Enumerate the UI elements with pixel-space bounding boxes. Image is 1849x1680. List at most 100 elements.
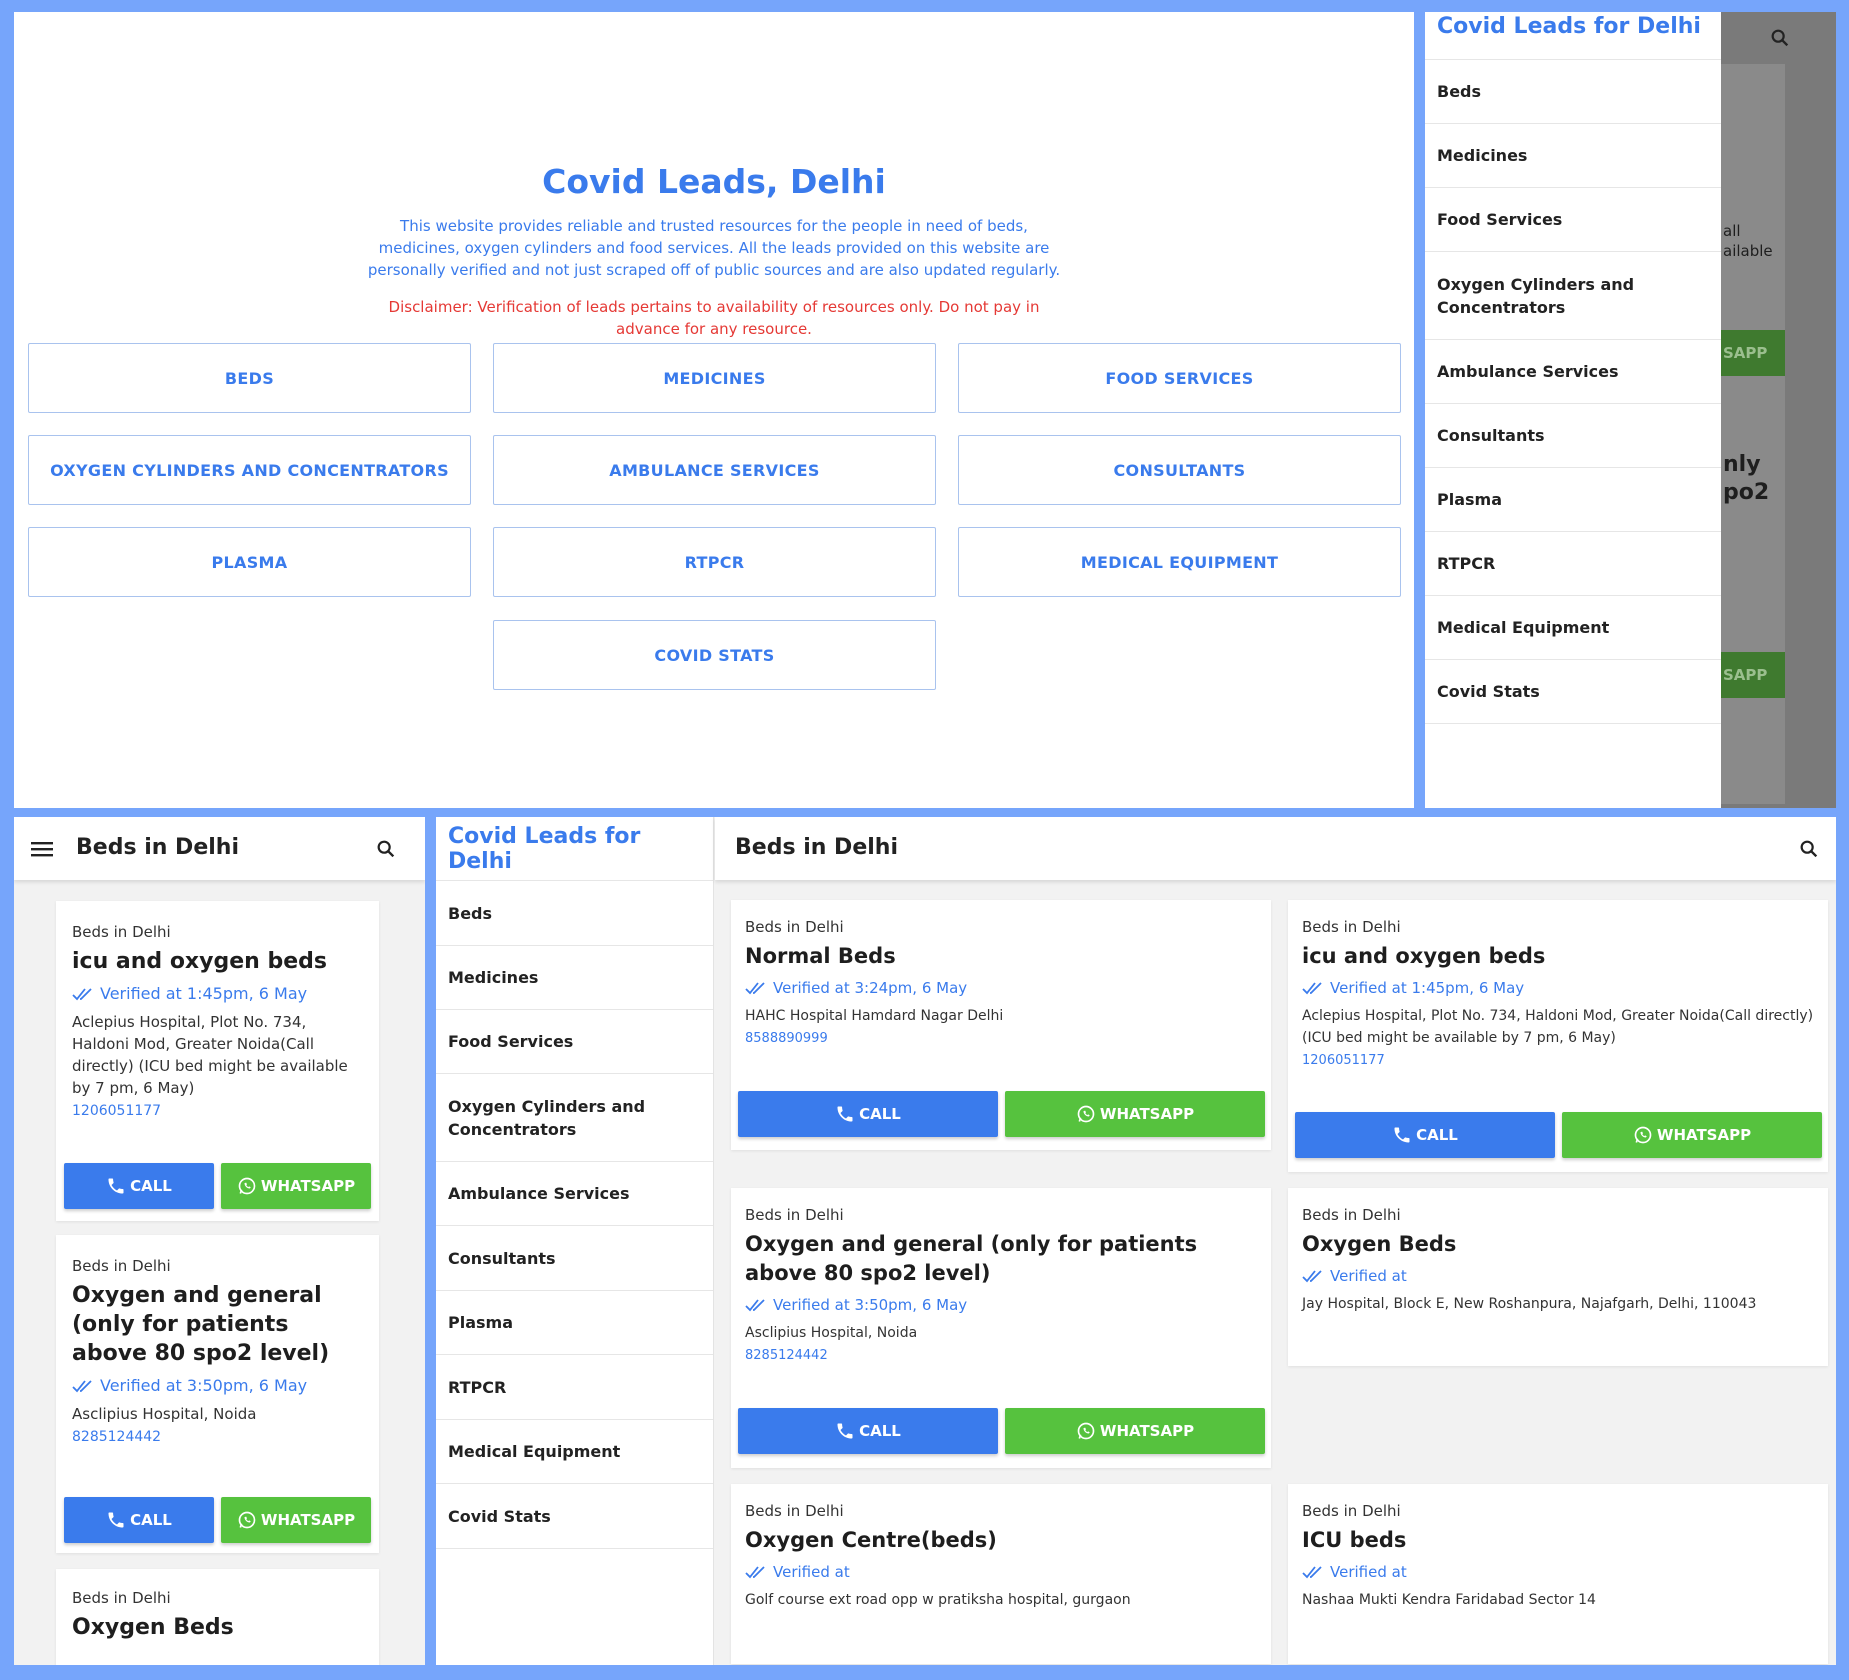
category-medicines-button[interactable]: MEDICINES xyxy=(493,343,936,413)
drawer-item-food-services[interactable]: Food Services xyxy=(1425,188,1721,252)
card-category: Beds in Delhi xyxy=(72,1257,171,1275)
drawer-item-medicines[interactable]: Medicines xyxy=(1425,124,1721,188)
card-address: HAHC Hospital Hamdard Nagar Delhi xyxy=(745,1008,1004,1024)
drawer-title[interactable]: Covid Leads for Delhi xyxy=(1425,12,1721,60)
category-rtpcr-button[interactable]: RTPCR xyxy=(493,527,936,597)
whatsapp-icon xyxy=(1077,1105,1095,1123)
card-phone[interactable]: 1206051177 xyxy=(72,1103,363,1119)
whatsapp-button[interactable]: WHATSAPP xyxy=(221,1497,371,1543)
category-covid-stats-button[interactable]: COVID STATS xyxy=(493,620,936,690)
verified-text: Verified at xyxy=(1330,1267,1407,1285)
card-phone[interactable]: 8285124442 xyxy=(72,1429,363,1445)
card-phone[interactable]: 8588890999 xyxy=(745,1031,1257,1046)
whatsapp-icon xyxy=(238,1177,256,1195)
home-title: Covid Leads, Delhi xyxy=(542,162,886,201)
sidebar-item-covid-stats[interactable]: Covid Stats xyxy=(436,1484,713,1549)
card-actions: CALL WHATSAPP xyxy=(64,1163,371,1209)
card-address: Golf course ext road opp w pratiksha hos… xyxy=(745,1592,1131,1608)
drawer-item-covid-stats[interactable]: Covid Stats xyxy=(1425,660,1721,724)
drawer-item-ambulance[interactable]: Ambulance Services xyxy=(1425,340,1721,404)
card-category: Beds in Delhi xyxy=(745,1502,844,1520)
lead-card: Beds in Delhi Normal Beds Verified at 3:… xyxy=(731,900,1271,1150)
card-verified: Verified at xyxy=(1302,1563,1814,1581)
drawer-panel: all ailable SAPP nly po2 SAPP Covid Lead… xyxy=(1425,12,1836,808)
sidebar-item-medicines[interactable]: Medicines xyxy=(436,946,713,1010)
drawer-item-consultants[interactable]: Consultants xyxy=(1425,404,1721,468)
drawer-item-plasma[interactable]: Plasma xyxy=(1425,468,1721,532)
sidebar-item-oxygen[interactable]: Oxygen Cylinders and Concentrators xyxy=(436,1074,713,1162)
desktop-beds-panel: Covid Leads for Delhi Beds Medicines Foo… xyxy=(436,817,1836,1665)
card-category: Beds in Delhi xyxy=(72,923,171,941)
category-food-services-button[interactable]: FOOD SERVICES xyxy=(958,343,1401,413)
category-medical-equipment-button[interactable]: MEDICAL EQUIPMENT xyxy=(958,527,1401,597)
call-button[interactable]: CALL xyxy=(64,1163,214,1209)
dimmed-text: nly xyxy=(1723,452,1761,477)
drawer-item-beds[interactable]: Beds xyxy=(1425,60,1721,124)
category-oxygen-button[interactable]: OXYGEN CYLINDERS AND CONCENTRATORS xyxy=(28,435,471,505)
navigation-drawer: Covid Leads for Delhi Beds Medicines Foo… xyxy=(1425,12,1721,808)
lead-card: Beds in Delhi Oxygen Beds xyxy=(56,1569,379,1665)
verified-text: Verified at 3:24pm, 6 May xyxy=(773,979,968,997)
lead-card: Beds in Delhi icu and oxygen beds Verifi… xyxy=(1288,900,1828,1172)
card-phone[interactable]: 1206051177 xyxy=(1302,1053,1814,1068)
page-title: Beds in Delhi xyxy=(76,835,239,860)
search-icon[interactable] xyxy=(1760,20,1800,56)
whatsapp-icon xyxy=(1634,1126,1652,1144)
search-icon[interactable] xyxy=(1789,829,1829,869)
sidebar-item-plasma[interactable]: Plasma xyxy=(436,1291,713,1355)
whatsapp-button[interactable]: WHATSAPP xyxy=(1005,1408,1265,1454)
whatsapp-button[interactable]: WHATSAPP xyxy=(1005,1091,1265,1137)
card-title: Oxygen and general (only for patients ab… xyxy=(745,1232,1198,1285)
double-check-icon xyxy=(72,987,92,1000)
sidebar-item-ambulance[interactable]: Ambulance Services xyxy=(436,1162,713,1226)
card-actions: CALL WHATSAPP xyxy=(738,1408,1265,1454)
drawer-item-rtpcr[interactable]: RTPCR xyxy=(1425,532,1721,596)
card-verified: Verified at 3:50pm, 6 May xyxy=(745,1296,1257,1314)
card-address: Asclipius Hospital, Noida xyxy=(745,1325,918,1341)
search-icon[interactable] xyxy=(366,829,406,869)
call-button[interactable]: CALL xyxy=(738,1091,998,1137)
dimmed-text: ailable xyxy=(1723,242,1773,260)
sidebar-item-beds[interactable]: Beds xyxy=(436,881,713,946)
card-verified: Verified at xyxy=(1302,1267,1814,1285)
whatsapp-button[interactable]: WHATSAPP xyxy=(1562,1112,1822,1158)
verified-text: Verified at 3:50pm, 6 May xyxy=(100,1376,308,1395)
lead-card: Beds in Delhi Oxygen and general (only f… xyxy=(56,1235,379,1553)
card-title: Oxygen Centre(beds) xyxy=(745,1528,997,1552)
card-title: icu and oxygen beds xyxy=(1302,944,1546,968)
sidebar-item-food-services[interactable]: Food Services xyxy=(436,1010,713,1074)
lead-card: Beds in Delhi ICU beds Verified at Nasha… xyxy=(1288,1484,1828,1664)
card-verified: Verified at xyxy=(745,1563,1257,1581)
card-title: Oxygen and general (only for patients ab… xyxy=(72,1283,330,1366)
card-address: Aclepius Hospital, Plot No. 734, Haldoni… xyxy=(72,1013,348,1097)
drawer-item-medical-equipment[interactable]: Medical Equipment xyxy=(1425,596,1721,660)
verified-text: Verified at xyxy=(773,1563,850,1581)
menu-icon[interactable] xyxy=(22,829,62,869)
call-button[interactable]: CALL xyxy=(64,1497,214,1543)
category-consultants-button[interactable]: CONSULTANTS xyxy=(958,435,1401,505)
card-title: Normal Beds xyxy=(745,944,896,968)
lead-card: Beds in Delhi Oxygen and general (only f… xyxy=(731,1188,1271,1468)
card-title: ICU beds xyxy=(1302,1528,1407,1552)
home-description: This website provides reliable and trust… xyxy=(367,217,1061,279)
call-button[interactable]: CALL xyxy=(738,1408,998,1454)
call-button[interactable]: CALL xyxy=(1295,1112,1555,1158)
whatsapp-button[interactable]: WHATSAPP xyxy=(221,1163,371,1209)
phone-icon xyxy=(108,1512,124,1528)
category-beds-button[interactable]: BEDS xyxy=(28,343,471,413)
card-actions: CALL WHATSAPP xyxy=(1295,1112,1822,1158)
lead-card: Beds in Delhi Oxygen Centre(beds) Verifi… xyxy=(731,1484,1271,1664)
sidebar-item-consultants[interactable]: Consultants xyxy=(436,1226,713,1291)
drawer-item-oxygen[interactable]: Oxygen Cylinders and Concentrators xyxy=(1425,252,1721,340)
category-ambulance-button[interactable]: AMBULANCE SERVICES xyxy=(493,435,936,505)
card-phone[interactable]: 8285124442 xyxy=(745,1348,1257,1363)
home-panel: Covid Leads, Delhi This website provides… xyxy=(14,12,1414,808)
card-verified: Verified at 3:50pm, 6 May xyxy=(72,1376,363,1395)
card-title: Oxygen Beds xyxy=(72,1615,234,1640)
card-address: Asclipius Hospital, Noida xyxy=(72,1405,257,1423)
lead-card: Beds in Delhi Oxygen Beds Verified at Ja… xyxy=(1288,1188,1828,1366)
category-plasma-button[interactable]: PLASMA xyxy=(28,527,471,597)
sidebar-item-rtpcr[interactable]: RTPCR xyxy=(436,1355,713,1420)
sidebar-title[interactable]: Covid Leads for Delhi xyxy=(436,817,713,881)
sidebar-item-medical-equipment[interactable]: Medical Equipment xyxy=(436,1420,713,1484)
